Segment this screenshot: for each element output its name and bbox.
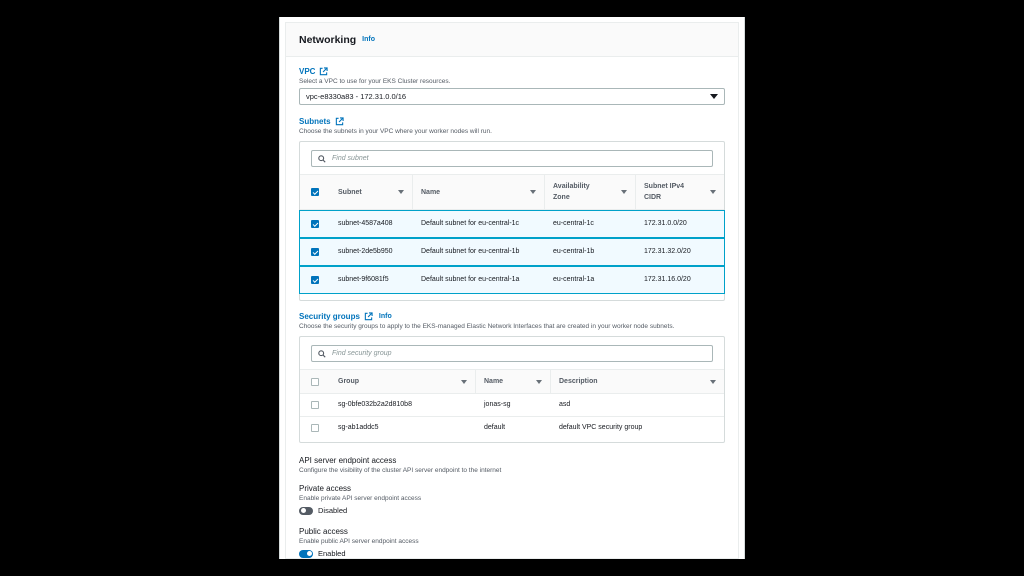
private-access-toggle-row: Disabled — [299, 506, 725, 515]
security-group-search-input[interactable]: Find security group — [311, 345, 713, 362]
col-name[interactable]: Name — [476, 370, 551, 393]
vpc-select[interactable]: vpc-e8330a83 - 172.31.0.0/16 — [299, 88, 725, 105]
subnet-name: Default subnet for eu-central-1b — [421, 248, 520, 255]
security-groups-label: Security groups Info — [299, 312, 725, 321]
subnet-cidr: 172.31.16.0/20 — [644, 276, 691, 283]
row-checkbox[interactable] — [311, 424, 319, 432]
subnets-table: Find subnet Subnet Name Availability Zon… — [299, 141, 725, 301]
vpc-select-value: vpc-e8330a83 - 172.31.0.0/16 — [306, 92, 407, 101]
private-access-toggle[interactable] — [299, 506, 313, 515]
sort-icon — [536, 379, 542, 384]
section-title: Networking — [299, 33, 357, 46]
sort-icon — [621, 190, 627, 194]
col-group[interactable]: Group — [330, 370, 476, 393]
security-groups-table: Find security group Group Name Descripti… — [299, 336, 725, 443]
endpoint-access-title: API server endpoint access — [299, 456, 397, 465]
subnets-label-text: Subnets — [299, 117, 331, 126]
subnet-name: Default subnet for eu-central-1a — [421, 276, 520, 283]
info-link[interactable]: Info — [362, 36, 375, 43]
search-icon — [318, 349, 326, 358]
col-availability-zone[interactable]: Availability Zone — [545, 175, 636, 209]
subnet-id: subnet-2de5b950 — [338, 248, 393, 255]
table-row[interactable]: sg-0bfe032b2a2d810b8 jonas-sg asd — [300, 394, 724, 417]
external-link-icon — [320, 67, 329, 76]
info-link[interactable]: Info — [379, 313, 392, 320]
table-row[interactable]: sg-ab1addc5 default default VPC security… — [300, 417, 724, 439]
public-access-label: Public access — [299, 527, 348, 536]
external-link-icon — [335, 117, 344, 126]
public-access-state: Enabled — [318, 549, 346, 558]
col-description[interactable]: Description — [551, 370, 724, 393]
table-row[interactable]: subnet-4587a408 Default subnet for eu-ce… — [299, 210, 725, 238]
row-checkbox[interactable] — [311, 276, 319, 284]
subnet-search-placeholder: Find subnet — [332, 155, 369, 162]
private-access-description: Enable private API server endpoint acces… — [299, 495, 422, 502]
caret-down-icon — [710, 94, 718, 99]
vpc-label[interactable]: VPC — [299, 67, 725, 76]
subnets-table-header: Subnet Name Availability Zone Subnet IPv… — [300, 174, 724, 210]
row-checkbox[interactable] — [311, 220, 319, 228]
sort-icon — [530, 190, 536, 194]
public-access-toggle[interactable] — [299, 549, 313, 558]
group-description: default VPC security group — [559, 424, 643, 431]
col-subnet[interactable]: Subnet — [330, 175, 413, 209]
subnet-az: eu-central-1c — [553, 220, 594, 227]
private-access-label: Private access — [299, 484, 352, 493]
subnet-cidr: 172.31.32.0/20 — [644, 248, 691, 255]
group-id: sg-ab1addc5 — [338, 424, 379, 431]
networking-header: Networking Info — [286, 23, 738, 57]
search-icon — [318, 154, 326, 163]
security-groups-description: Choose the security groups to apply to t… — [299, 323, 675, 330]
security-groups-label-text[interactable]: Security groups — [299, 312, 360, 321]
subnet-az: eu-central-1a — [553, 276, 595, 283]
group-name: jonas-sg — [484, 401, 511, 408]
private-access-state: Disabled — [318, 506, 348, 515]
subnet-cidr: 172.31.0.0/20 — [644, 220, 687, 227]
group-name: default — [484, 424, 506, 431]
row-checkbox[interactable] — [311, 248, 319, 256]
public-access-toggle-row: Enabled — [299, 549, 725, 558]
vpc-description: Select a VPC to use for your EKS Cluster… — [299, 78, 451, 85]
subnet-search-input[interactable]: Find subnet — [311, 150, 713, 167]
col-subnet-cidr[interactable]: Subnet IPv4 CIDR — [636, 175, 724, 209]
select-all-checkbox[interactable] — [311, 188, 319, 196]
external-link-icon[interactable] — [364, 312, 373, 321]
subnets-description: Choose the subnets in your VPC where you… — [299, 128, 492, 135]
table-row[interactable]: subnet-9f6081f5 Default subnet for eu-ce… — [299, 266, 725, 294]
table-row[interactable]: subnet-2de5b950 Default subnet for eu-ce… — [299, 238, 725, 266]
group-description: asd — [559, 401, 571, 408]
networking-container: Networking Info VPC Select a VPC to use … — [285, 22, 739, 559]
endpoint-access-description: Configure the visibility of the cluster … — [299, 467, 502, 474]
vpc-label-text: VPC — [299, 67, 316, 76]
row-checkbox[interactable] — [311, 401, 319, 409]
group-id: sg-0bfe032b2a2d810b8 — [338, 401, 412, 408]
sort-icon — [710, 190, 716, 194]
sort-icon — [461, 379, 467, 384]
col-name[interactable]: Name — [413, 175, 545, 209]
subnet-az: eu-central-1b — [553, 248, 595, 255]
public-access-description: Enable public API server endpoint access — [299, 538, 419, 545]
subnets-label[interactable]: Subnets — [299, 117, 725, 126]
subnet-id: subnet-4587a408 — [338, 220, 393, 227]
security-group-search-placeholder: Find security group — [332, 350, 392, 357]
subnet-name: Default subnet for eu-central-1c — [421, 220, 520, 227]
networking-panel: Networking Info VPC Select a VPC to use … — [279, 17, 745, 559]
sort-icon — [398, 190, 404, 194]
sort-icon — [710, 379, 716, 384]
select-all-checkbox[interactable] — [311, 377, 319, 386]
subnet-id: subnet-9f6081f5 — [338, 276, 389, 283]
security-groups-table-header: Group Name Description — [300, 369, 724, 394]
